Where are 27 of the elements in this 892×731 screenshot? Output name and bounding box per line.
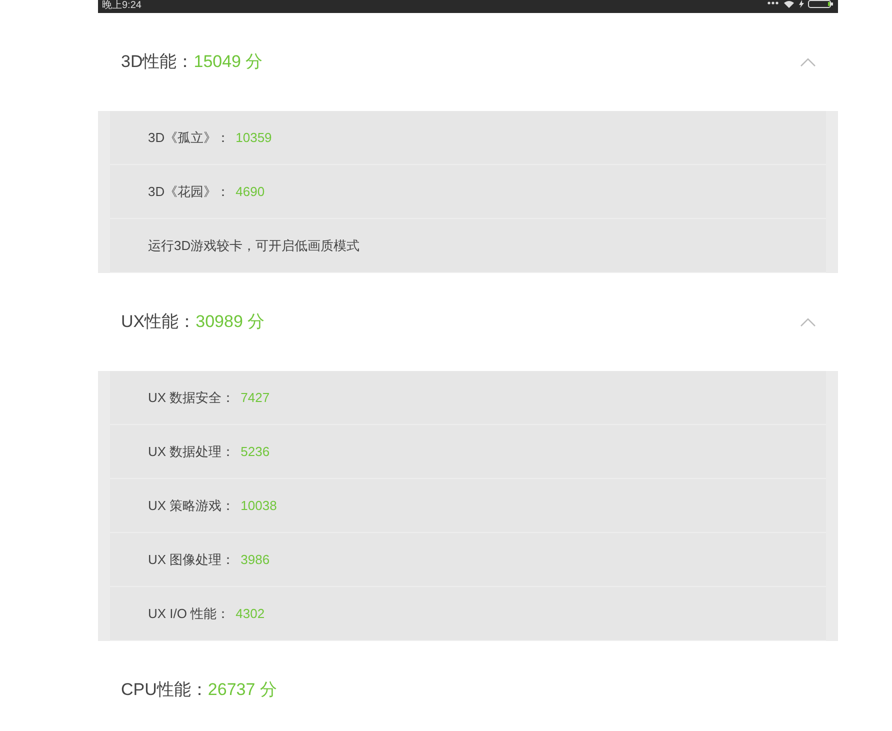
item-label: UX 策略游戏： <box>148 496 235 515</box>
item-label: UX 数据处理： <box>148 442 235 461</box>
section-title: UX性能： <box>121 311 196 334</box>
item-label: 运行3D游戏较卡，可开启低画质模式 <box>148 236 360 255</box>
charging-icon <box>799 0 804 8</box>
status-time: 晚上9:24 <box>102 0 142 13</box>
item-score: 7427 <box>240 388 270 407</box>
item-label: 3D《花园》： <box>148 182 230 201</box>
battery-icon <box>808 0 834 8</box>
item-score: 5236 <box>240 442 270 461</box>
item-label: 3D《孤立》： <box>148 128 230 147</box>
item-score: 3986 <box>240 550 270 569</box>
chevron-icon[interactable] <box>800 57 816 67</box>
item-score: 4302 <box>236 604 265 623</box>
wifi-icon <box>783 0 795 8</box>
item-score: 10038 <box>240 496 277 515</box>
item-score: 10359 <box>236 128 272 147</box>
section-title: CPU性能： <box>121 679 208 702</box>
chevron-icon[interactable] <box>800 317 816 327</box>
item-label: UX 图像处理： <box>148 550 235 569</box>
item-score: 4690 <box>236 182 265 201</box>
section-score: 26737 分 <box>208 679 277 702</box>
item-label: UX I/O 性能： <box>148 604 230 623</box>
section-score: 30989 分 <box>196 311 265 334</box>
item-label: UX 数据安全： <box>148 388 235 407</box>
section-score: 15049 分 <box>194 51 263 74</box>
section-title: 3D性能： <box>121 51 194 74</box>
